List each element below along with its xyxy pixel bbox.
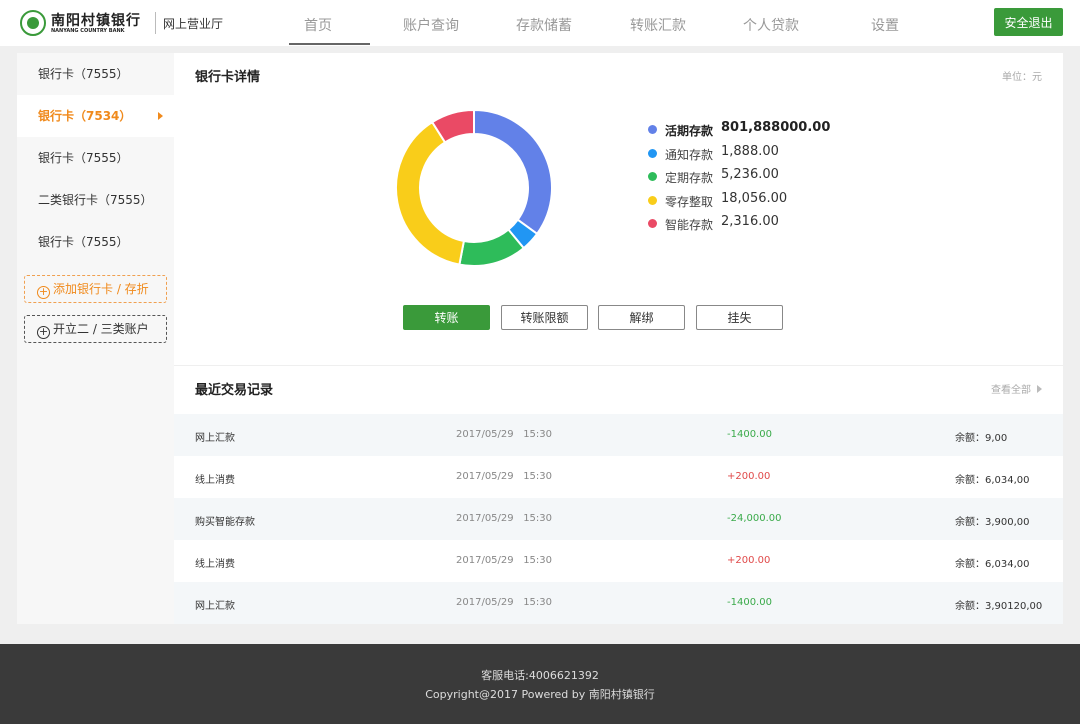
open-account-label: 开立二 / 三类账户: [53, 322, 149, 336]
tx-amount: -1400.00: [727, 597, 772, 608]
legend-dot: [648, 125, 657, 134]
legend-label: 通知存款: [665, 147, 714, 162]
add-card-label: 添加银行卡 / 存折: [53, 282, 149, 296]
tx-date: 2017/05/29: [456, 471, 514, 482]
legend-dot: [648, 195, 657, 205]
sidebar-item-card[interactable]: 二类银行卡（7555）: [17, 179, 174, 221]
unbind-button[interactable]: 解绑: [598, 305, 685, 330]
nav-deposit-savings[interactable]: 存款储蓄: [516, 15, 572, 35]
tx-name: 网上汇款: [195, 433, 235, 444]
table-row[interactable]: 线上消费 2017/05/29 15:30 +200.00 余额：6,034,0…: [174, 456, 1063, 498]
legend-value: 801,888000.00: [721, 120, 831, 135]
donut-slice-3: [458, 228, 526, 267]
donut-slice-1: [473, 108, 553, 236]
portal-title: 网上营业厅: [163, 17, 224, 31]
legend-value: 5,236.00: [721, 167, 779, 182]
tx-date: 2017/05/29: [456, 513, 514, 524]
view-all-link[interactable]: 查看全部: [991, 381, 1042, 396]
tx-balance: 余额：3,900,00: [955, 517, 1030, 528]
bank-logo-icon: [20, 10, 46, 36]
tx-datetime: 2017/05/29 15:30: [456, 471, 552, 482]
tx-datetime: 2017/05/29 15:30: [456, 597, 552, 608]
top-header: 南阳村镇银行 NANYANG COUNTRY BANK 网上营业厅 首页 账户查…: [0, 0, 1080, 46]
view-all-label: 查看全部: [991, 385, 1031, 396]
tx-time: 15:30: [523, 471, 553, 482]
donut-slice-4: [395, 120, 466, 266]
nav-active-indicator: [289, 43, 370, 45]
balance-donut-chart: [395, 108, 553, 267]
tx-amount: -24,000.00: [727, 513, 782, 524]
tx-balance: 余额：9,00: [955, 433, 1008, 444]
tx-amount: -1400.00: [727, 429, 772, 440]
report-loss-button[interactable]: 挂失: [696, 305, 783, 330]
legend-label: 活期存款: [665, 124, 714, 138]
nav-personal-loan[interactable]: 个人贷款: [743, 15, 799, 35]
tx-datetime: 2017/05/29 15:30: [456, 555, 552, 566]
transactions-panel: 最近交易记录 查看全部 网上汇款 2017/05/29 15:30 -1400.…: [174, 366, 1063, 624]
copyright-text: Copyright@2017 Powered by 南阳村镇银行: [425, 688, 655, 701]
sidebar-item-card[interactable]: 银行卡（7555）: [17, 53, 174, 95]
legend-label: 零存整取: [665, 194, 714, 209]
bank-name: 南阳村镇银行: [51, 13, 141, 29]
tx-name: 线上消费: [195, 559, 235, 570]
table-row[interactable]: 网上汇款 2017/05/29 15:30 -1400.00 余额：3,9012…: [174, 582, 1063, 624]
tx-datetime: 2017/05/29 15:30: [456, 429, 552, 440]
nav-transfer[interactable]: 转账汇款: [630, 15, 686, 35]
table-row[interactable]: 线上消费 2017/05/29 15:30 +200.00 余额：6,034,0…: [174, 540, 1063, 582]
legend-dot: [648, 219, 657, 228]
card-sidebar: 银行卡（7555） 银行卡（7534） 银行卡（7555） 二类银行卡（7555…: [17, 53, 174, 624]
table-row[interactable]: 网上汇款 2017/05/29 15:30 -1400.00 余额：9,00: [174, 414, 1063, 456]
customer-service-phone: 客服电话:4006621392: [481, 669, 599, 682]
plus-circle-icon: +: [37, 325, 50, 339]
nav-settings[interactable]: 设置: [871, 15, 899, 35]
table-row[interactable]: 购买智能存款 2017/05/29 15:30 -24,000.00 余额：3,…: [174, 498, 1063, 540]
legend-dot: [648, 148, 657, 158]
page-footer: 客服电话:4006621392 Copyright@2017 Powered b…: [0, 644, 1080, 724]
tx-balance: 余额：6,034,00: [955, 475, 1030, 486]
tx-time: 15:30: [523, 555, 553, 566]
card-detail-panel: 银行卡详情 单位：元 活期存款 801,888000.00 通知存款 1,888…: [174, 53, 1063, 365]
caret-right-icon: [158, 112, 163, 120]
plus-circle-icon: +: [37, 285, 50, 299]
legend-dot: [648, 172, 657, 181]
tx-balance: 余额：6,034,00: [955, 559, 1030, 570]
tx-name: 网上汇款: [195, 601, 235, 612]
add-card-button[interactable]: + 添加银行卡 / 存折: [24, 275, 167, 303]
nav-home[interactable]: 首页: [304, 15, 332, 35]
open-account-button[interactable]: + 开立二 / 三类账户: [24, 315, 167, 343]
header-divider: [155, 12, 156, 34]
transfer-limit-button[interactable]: 转账限额: [501, 305, 588, 330]
bank-name-en: NANYANG COUNTRY BANK: [51, 28, 125, 34]
legend-value: 18,056.00: [721, 190, 788, 206]
tx-datetime: 2017/05/29 15:30: [456, 513, 552, 524]
tx-time: 15:30: [523, 513, 553, 524]
transfer-button[interactable]: 转账: [403, 305, 490, 330]
tx-amount: +200.00: [727, 555, 771, 566]
tx-name: 线上消费: [195, 475, 235, 486]
tx-time: 15:30: [523, 597, 553, 608]
sidebar-item-card[interactable]: 银行卡（7555）: [17, 221, 174, 263]
sidebar-item-card[interactable]: 银行卡（7555）: [17, 137, 174, 179]
tx-date: 2017/05/29: [456, 429, 514, 440]
legend-label: 智能存款: [665, 218, 714, 232]
tx-name: 购买智能存款: [195, 517, 255, 528]
card-detail-title: 银行卡详情: [195, 70, 261, 85]
transactions-title: 最近交易记录: [195, 383, 274, 398]
caret-right-icon: [1037, 385, 1042, 393]
nav-account-query[interactable]: 账户查询: [403, 15, 459, 35]
logout-button[interactable]: 安全退出: [994, 8, 1063, 36]
tx-balance: 余额：3,90120,00: [955, 601, 1043, 612]
sidebar-item-card-active[interactable]: 银行卡（7534）: [17, 95, 174, 137]
legend-label: 定期存款: [665, 171, 714, 185]
sidebar-item-label: 银行卡（7534）: [38, 109, 132, 123]
unit-label: 单位：元: [1002, 72, 1042, 83]
tx-amount: +200.00: [727, 471, 771, 482]
tx-time: 15:30: [523, 429, 553, 440]
tx-date: 2017/05/29: [456, 597, 514, 608]
tx-date: 2017/05/29: [456, 555, 514, 566]
legend-value: 2,316.00: [721, 214, 779, 229]
legend-value: 1,888.00: [721, 143, 779, 159]
